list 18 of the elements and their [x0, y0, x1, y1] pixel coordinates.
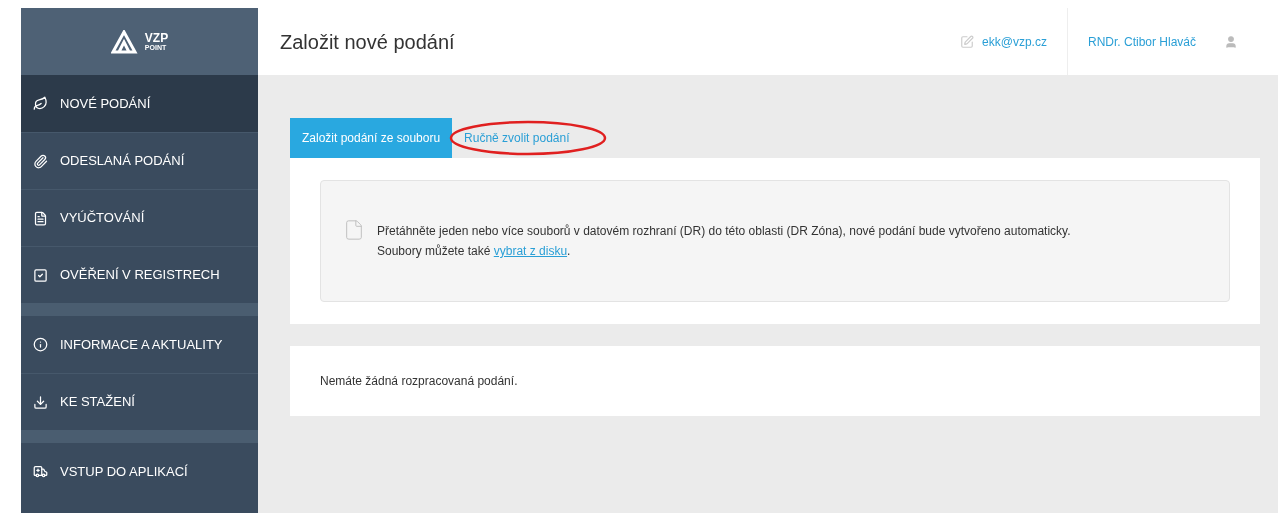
logo-mountain-icon: [110, 29, 141, 54]
ambulance-icon: [33, 464, 48, 479]
drop-zone[interactable]: Přetáhněte jeden nebo více souborů v datovém rozhraní (DR) do této oblasti (DR Zóna), nové podání bude vytvořeno automaticky. Soubory můžete také vybrat z disku.: [320, 180, 1230, 302]
user-icon: [1224, 34, 1238, 49]
page-title: Založit nové podání: [280, 29, 456, 55]
no-drafts-message: Nemáte žádná rozpracovaná podání.: [320, 373, 518, 390]
edit-icon: [960, 34, 975, 49]
leaf-icon: [33, 96, 48, 111]
file-icon: [343, 219, 365, 241]
drop-zone-text: Přetáhněte jeden nebo více souborů v datovém rozhraní (DR) do této oblasti (DR Zóna), nové podání bude vytvořeno automaticky.: [377, 223, 1071, 240]
document-icon: [33, 210, 48, 226]
download-icon: [33, 394, 48, 410]
checkbox-icon: [33, 267, 48, 283]
drop-zone-hint: Soubory můžete také vybrat z disku.: [377, 243, 572, 260]
info-icon: [33, 337, 48, 352]
paperclip-icon: [33, 153, 48, 169]
logo-text: VZP: [144, 32, 169, 44]
sidebar-item[interactable]: NOVÉ PODÁNÍ: [21, 75, 258, 132]
